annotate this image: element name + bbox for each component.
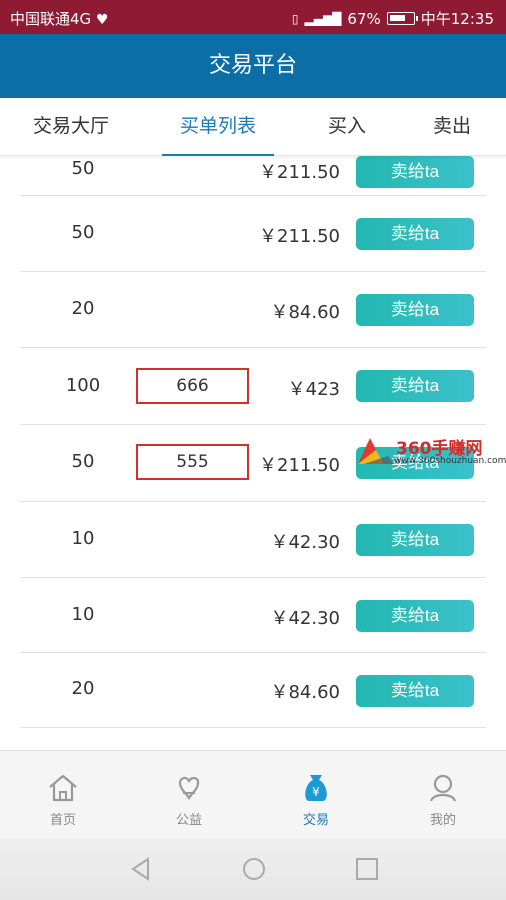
order-note: 666	[136, 368, 249, 404]
page-title-bar: 交易平台	[0, 34, 506, 98]
nav-label: 交易	[302, 813, 329, 828]
order-note: 555	[136, 444, 249, 480]
tab-sell[interactable]: 卖出	[433, 98, 471, 156]
battery-icon	[386, 12, 418, 25]
watermark: 360手赚网 www.360shouzhuan.com	[354, 434, 506, 470]
order-price: ￥211.50	[259, 455, 340, 476]
order-price: ￥42.30	[270, 608, 340, 629]
vibrate-icon: ▯	[291, 11, 299, 26]
sell-to-buyer-button[interactable]: 卖给ta	[356, 370, 474, 402]
order-quantity: 10	[71, 604, 95, 625]
nav-charity[interactable]: 公益	[126, 751, 252, 839]
tab-label: 买入	[328, 115, 367, 137]
watermark-url: www.360shouzhuan.com	[394, 456, 506, 466]
battery-percent: 67%	[347, 9, 381, 28]
sell-to-buyer-button[interactable]: 卖给ta	[356, 294, 474, 326]
system-nav-bar	[0, 838, 506, 900]
order-price: ￥84.60	[270, 302, 340, 323]
svg-text:¥: ¥	[312, 785, 320, 799]
sell-to-buyer-button[interactable]: 卖给ta	[356, 675, 474, 707]
user-icon	[429, 774, 457, 802]
status-right-group: ▯ ▂▄▆█ 67% 中午12:35	[292, 8, 494, 29]
status-bar: 中国联通4G ♥ ▯ ▂▄▆█ 67% 中午12:35	[0, 0, 506, 34]
tab-label: 买单列表	[180, 115, 257, 137]
sell-to-buyer-button[interactable]: 卖给ta	[356, 524, 474, 556]
carrier-group: 中国联通4G ♥	[10, 8, 109, 29]
carrier-label: 中国联通4G	[10, 10, 92, 28]
list-item: 20 ￥84.60 卖给ta	[20, 272, 486, 348]
order-price: ￥84.60	[270, 682, 340, 703]
order-quantity: 20	[71, 678, 95, 699]
nav-label: 公益	[175, 813, 202, 828]
home-circle-icon[interactable]	[241, 856, 267, 882]
sell-to-buyer-button[interactable]: 卖给ta	[356, 156, 474, 188]
tab-bar: 交易大厅 买单列表 买入 卖出	[0, 98, 506, 156]
tab-buy[interactable]: 买入	[328, 98, 366, 156]
order-quantity: 100	[65, 375, 101, 396]
bottom-nav: 首页 公益 ¥ 交易 我的	[0, 750, 506, 838]
nav-profile[interactable]: 我的	[380, 751, 506, 839]
list-item: 50 ￥211.50 卖给ta	[20, 156, 486, 196]
list-item: 10 ￥42.30 卖给ta	[20, 502, 486, 578]
recent-apps-icon[interactable]	[354, 856, 380, 882]
signal-icon: ▂▄▆█	[304, 11, 342, 26]
nav-label: 首页	[49, 813, 76, 828]
sell-to-buyer-button[interactable]: 卖给ta	[356, 600, 474, 632]
tab-buy-order-list[interactable]: 买单列表	[161, 98, 275, 156]
health-heart-icon: ♥	[95, 12, 109, 28]
clock: 中午12:35	[420, 10, 494, 28]
order-price: ￥423	[287, 379, 340, 400]
order-quantity: 10	[71, 528, 95, 549]
list-item: 100 666 ￥423 卖给ta	[20, 348, 486, 425]
charity-icon	[178, 776, 200, 801]
order-quantity: 50	[71, 222, 95, 243]
back-icon[interactable]	[128, 856, 154, 882]
order-price: ￥42.30	[270, 532, 340, 553]
page-title: 交易平台	[208, 53, 297, 78]
tab-trading-hall[interactable]: 交易大厅	[33, 98, 109, 156]
watermark-logo-icon	[358, 438, 394, 464]
nav-label: 我的	[429, 813, 456, 828]
list-item: 50 ￥211.50 卖给ta	[20, 196, 486, 272]
order-quantity: 20	[71, 298, 95, 319]
home-icon	[49, 774, 77, 802]
sell-to-buyer-button[interactable]: 卖给ta	[356, 218, 474, 250]
order-price: ￥211.50	[259, 226, 340, 247]
money-bag-icon: ¥	[305, 775, 327, 801]
order-quantity: 50	[71, 451, 95, 472]
tab-label: 交易大厅	[33, 115, 110, 137]
nav-home[interactable]: 首页	[0, 751, 126, 839]
order-price: ￥211.50	[259, 162, 340, 183]
list-item: 10 ￥42.30 卖给ta	[20, 578, 486, 653]
nav-trade[interactable]: ¥ 交易	[253, 751, 379, 839]
list-item: 20 ￥84.60 卖给ta	[20, 653, 486, 728]
tab-label: 卖出	[433, 115, 472, 137]
order-quantity: 50	[71, 158, 95, 179]
